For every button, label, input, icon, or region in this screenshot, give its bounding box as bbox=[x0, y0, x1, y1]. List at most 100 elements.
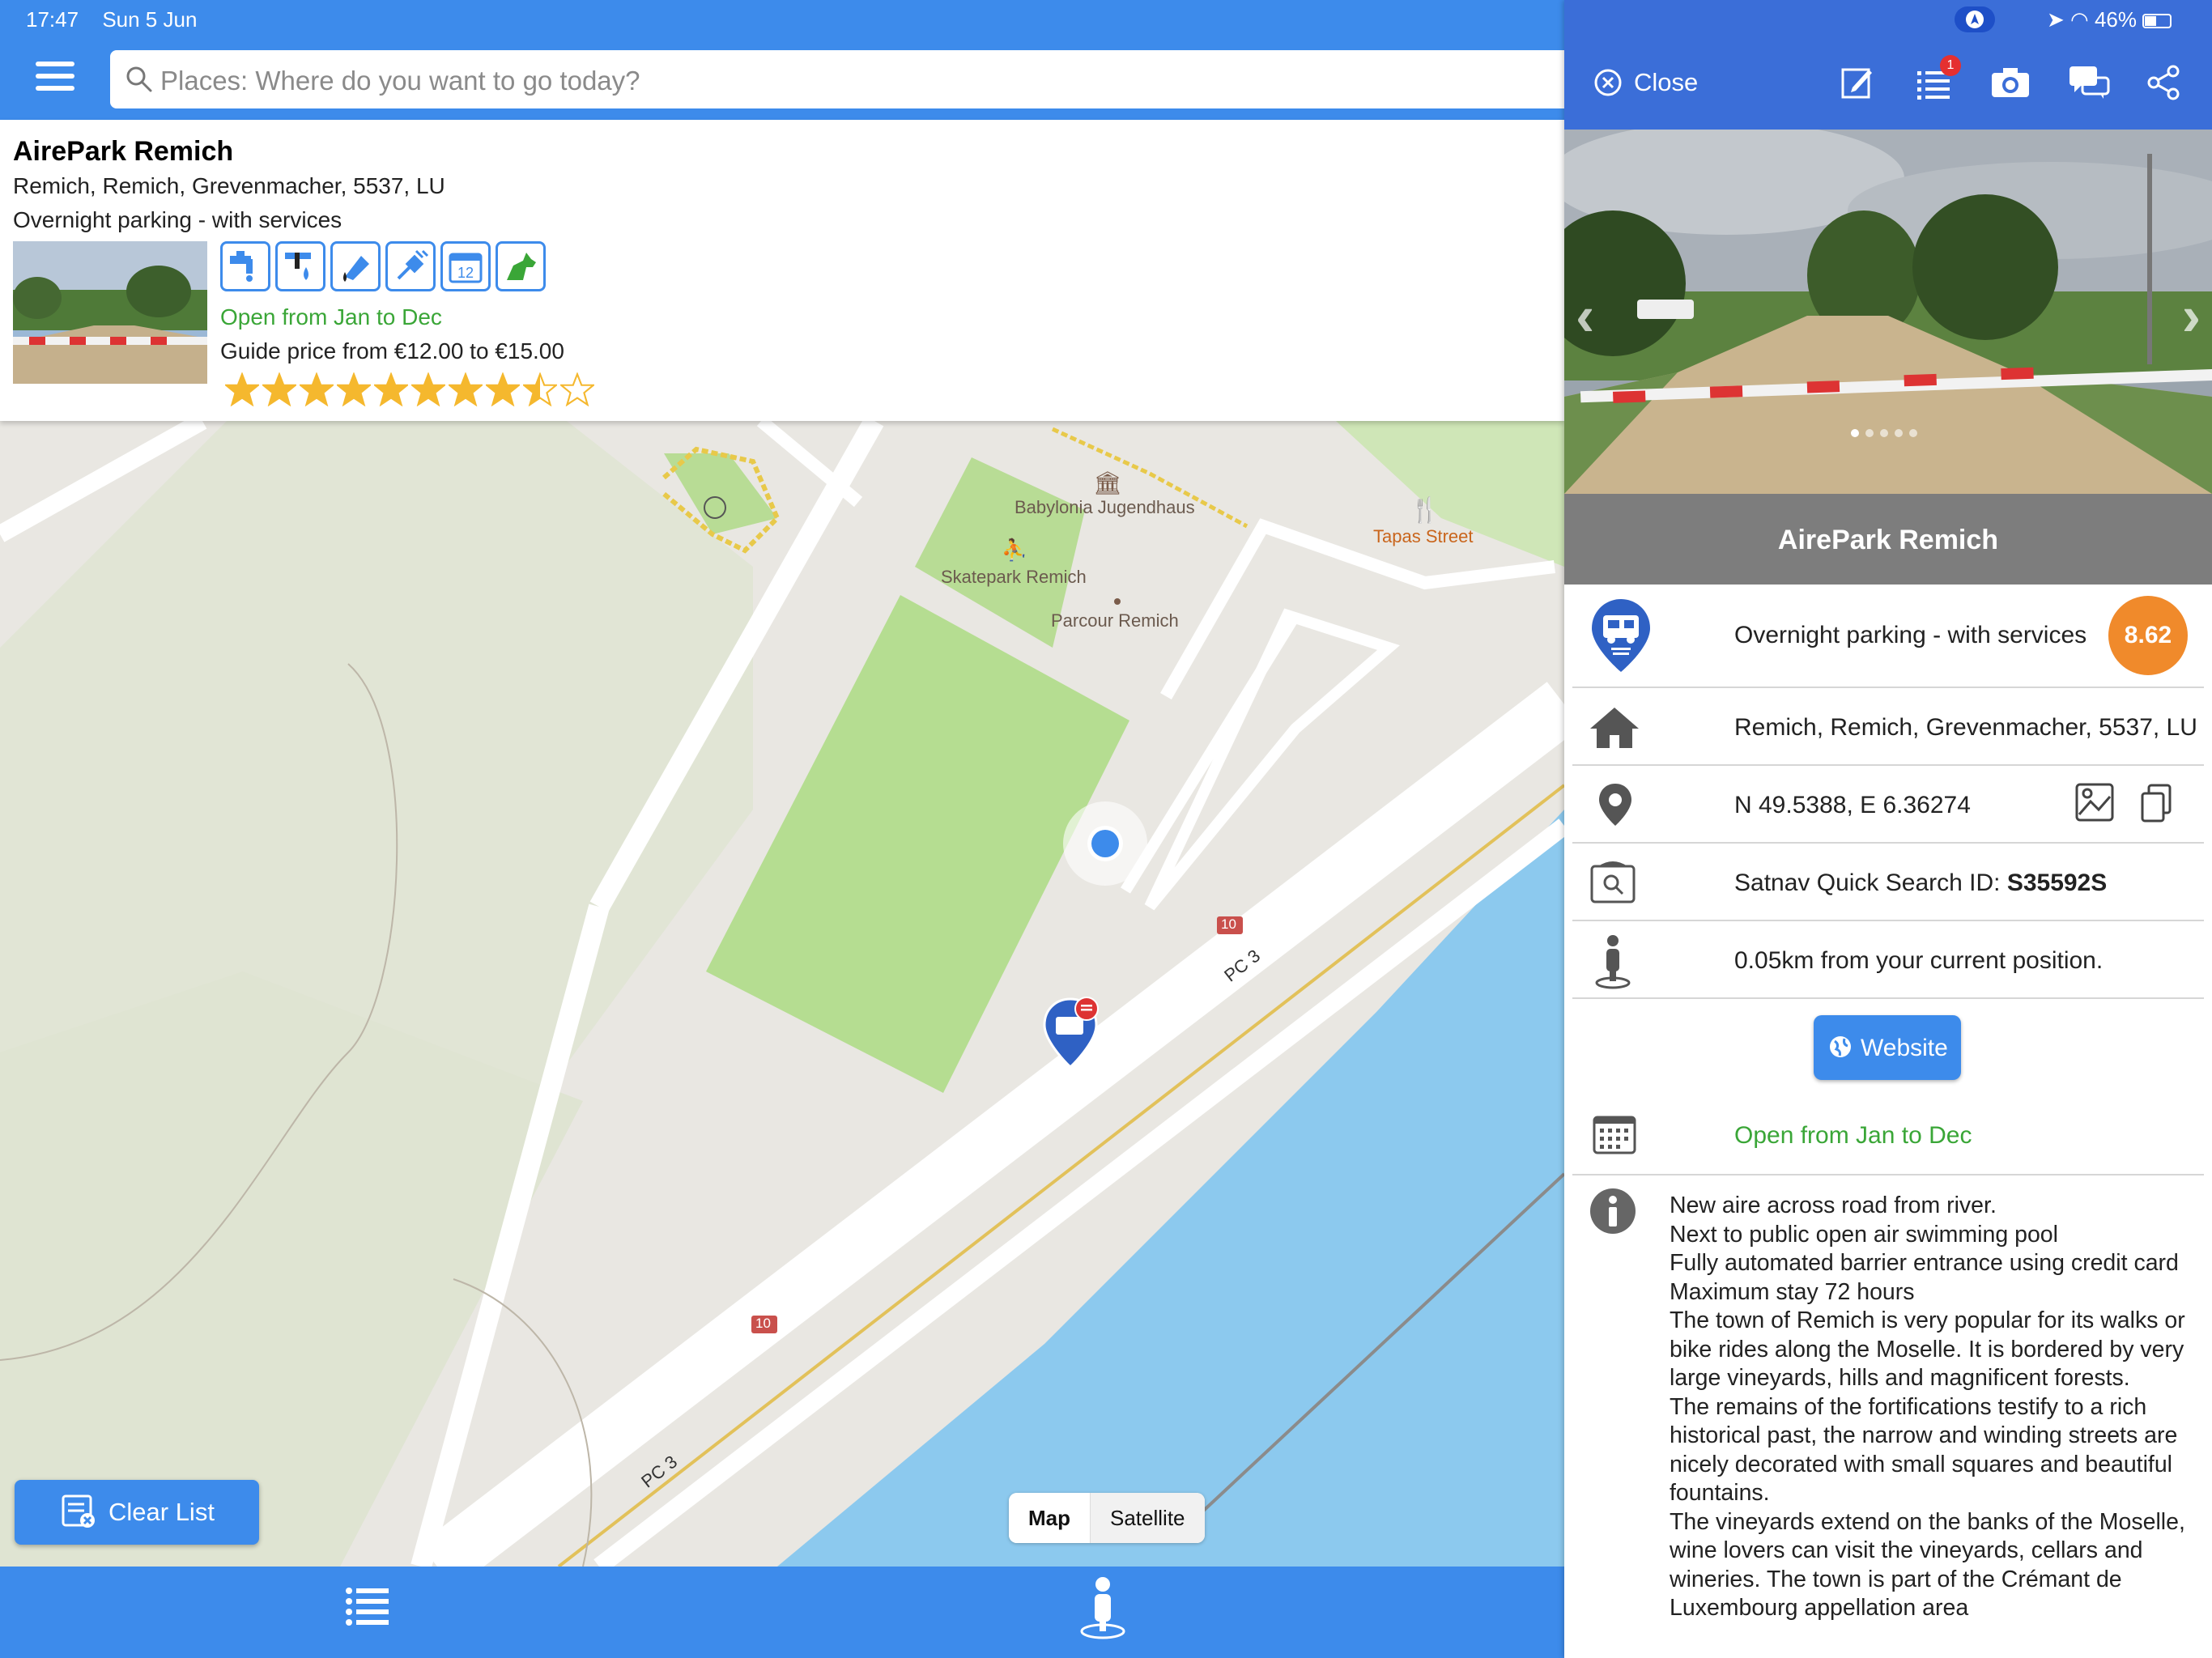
map-type-map[interactable]: Map bbox=[1009, 1493, 1091, 1543]
satnav-row: Satnav Quick Search ID: S35592S bbox=[1572, 844, 2204, 921]
svg-text:🍴: 🍴 bbox=[1410, 495, 1440, 525]
map-graphics: 🏛 ⛹ 🍴 bbox=[0, 421, 1564, 1567]
detail-header: Close 1 bbox=[1564, 37, 2212, 130]
clear-list-button[interactable]: Clear List bbox=[15, 1480, 259, 1545]
address-row: Remich, Remich, Grevenmacher, 5537, LU bbox=[1572, 688, 2204, 766]
map-label-skatepark: Skatepark Remich bbox=[941, 567, 1087, 587]
map-label-babylonia: Babylonia Jugendhaus bbox=[1015, 497, 1195, 517]
detail-title: AirePark Remich bbox=[1564, 494, 2212, 585]
search-input[interactable]: Places: Where do you want to go today? bbox=[110, 50, 1564, 108]
detail-open-months: Open from Jan to Dec bbox=[1734, 1122, 1972, 1149]
place-info-card[interactable]: AirePark Remich Remich, Remich, Grevenma… bbox=[0, 120, 1564, 421]
description-line: The remains of the fortifications testif… bbox=[1670, 1393, 2178, 1507]
photo-page-dots bbox=[1851, 429, 1917, 437]
current-location-person-icon[interactable] bbox=[1078, 1575, 1127, 1639]
status-time: 17:47 bbox=[26, 7, 79, 32]
distance-row: 0.05km from your current position. bbox=[1572, 921, 2204, 999]
globe-icon bbox=[1830, 1036, 1851, 1057]
satnav-icon bbox=[1590, 861, 1636, 903]
place-category: Overnight parking - with services bbox=[13, 207, 342, 232]
photo-dot[interactable] bbox=[1880, 429, 1888, 437]
list-badge: 1 bbox=[1940, 55, 1961, 76]
description: New aire across road from river. Next to … bbox=[1670, 1192, 2196, 1623]
guide-price: Guide price from €12.00 to €15.00 bbox=[220, 338, 564, 363]
status-date: Sun 5 Jun bbox=[102, 7, 198, 32]
star-icon bbox=[374, 372, 408, 406]
list-view-icon[interactable] bbox=[345, 1586, 390, 1626]
place-address: Remich, Remich, Grevenmacher, 5537, LU bbox=[13, 173, 445, 198]
photo-dot[interactable] bbox=[1909, 429, 1917, 437]
open-months: Open from Jan to Dec bbox=[220, 304, 442, 329]
website-label: Website bbox=[1861, 1035, 1948, 1061]
person-distance-icon bbox=[1595, 935, 1631, 989]
amenity-icons: 12 bbox=[220, 241, 546, 291]
camera-icon[interactable] bbox=[1990, 65, 2031, 100]
photo-prev-arrow-icon[interactable]: ‹ bbox=[1576, 283, 1594, 348]
score-badge: 8.62 bbox=[2108, 596, 2188, 675]
copy-icon[interactable] bbox=[2139, 782, 2175, 824]
star-icon bbox=[560, 372, 594, 406]
photo-dot[interactable] bbox=[1895, 429, 1903, 437]
description-line: The vineyards extend on the banks of the… bbox=[1670, 1508, 2185, 1622]
satnav-label: Satnav Quick Search ID: bbox=[1734, 869, 2007, 896]
description-line: The town of Remich is very popular for i… bbox=[1670, 1307, 2185, 1391]
top-bar: Places: Where do you want to go today? bbox=[0, 37, 1564, 120]
clear-list-label: Clear List bbox=[108, 1498, 215, 1526]
grey-water-icon bbox=[275, 241, 325, 291]
comments-icon[interactable] bbox=[2068, 65, 2110, 100]
place-photo bbox=[1564, 130, 2212, 494]
close-button[interactable]: Close bbox=[1593, 68, 1698, 97]
place-name: AirePark Remich bbox=[13, 136, 234, 167]
road-number-10: 10 bbox=[1221, 916, 1236, 932]
detail-panel: ➤ ◠ 46% Close 1 ‹ › AirePark Remich Over… bbox=[1564, 0, 2212, 1658]
photo-dot[interactable] bbox=[1851, 429, 1859, 437]
description-line: New aire across road from river. bbox=[1670, 1192, 1997, 1218]
electricity-icon bbox=[385, 241, 436, 291]
svg-text:12: 12 bbox=[457, 265, 474, 281]
opening-row: Open from Jan to Dec bbox=[1572, 1093, 2204, 1175]
info-icon bbox=[1590, 1188, 1636, 1234]
road-number-10: 10 bbox=[755, 1316, 771, 1331]
clear-list-icon bbox=[62, 1494, 95, 1528]
description-line: Next to public open air swimming pool bbox=[1670, 1221, 2058, 1248]
photo-carousel[interactable]: ‹ › bbox=[1564, 130, 2212, 494]
home-icon bbox=[1590, 708, 1639, 748]
open-in-maps-icon[interactable] bbox=[2074, 782, 2115, 823]
close-icon bbox=[1594, 69, 1622, 96]
map-label-tapas: Tapas Street bbox=[1373, 526, 1474, 546]
detail-category: Overnight parking - with services bbox=[1734, 622, 2087, 648]
svg-text:⛹: ⛹ bbox=[1002, 537, 1027, 562]
star-icon bbox=[300, 372, 334, 406]
place-pin-icon[interactable] bbox=[1041, 996, 1100, 1070]
photo-dot[interactable] bbox=[1865, 429, 1874, 437]
map-type-satellite[interactable]: Satellite bbox=[1091, 1493, 1205, 1543]
status-bar-right: ➤ ◠ 46% bbox=[1564, 0, 2212, 37]
description-line: Fully automated barrier entrance using c… bbox=[1670, 1250, 2179, 1276]
photo-next-arrow-icon[interactable]: › bbox=[2182, 283, 2201, 348]
place-thumbnail[interactable] bbox=[13, 241, 207, 384]
star-icon bbox=[449, 372, 483, 406]
website-button[interactable]: Website bbox=[1814, 1015, 1961, 1080]
edit-icon[interactable] bbox=[1840, 65, 1875, 100]
coordinates-row: N 49.5388, E 6.36274 bbox=[1572, 766, 2204, 844]
rating-stars bbox=[225, 372, 594, 406]
search-placeholder: Places: Where do you want to go today? bbox=[160, 66, 640, 96]
status-bar: 17:47 Sun 5 Jun bbox=[0, 0, 1564, 37]
description-line: Maximum stay 72 hours bbox=[1670, 1278, 1915, 1305]
map-label-parcour: Parcour Remich bbox=[1051, 610, 1179, 631]
search-icon bbox=[126, 66, 152, 92]
map-canvas[interactable]: 🏛 ⛹ 🍴 Babylonia Jugendhaus Skatepark Rem… bbox=[0, 421, 1564, 1567]
black-water-icon bbox=[330, 241, 381, 291]
satnav-id: S35592S bbox=[2006, 869, 2108, 896]
water-tap-icon bbox=[220, 241, 270, 291]
detail-address: Remich, Remich, Grevenmacher, 5537, LU bbox=[1734, 714, 2197, 741]
calendar-grid-icon bbox=[1593, 1116, 1636, 1154]
hamburger-menu-icon[interactable] bbox=[36, 62, 74, 94]
share-icon[interactable] bbox=[2146, 65, 2181, 100]
map-type-segmented-control[interactable]: Map Satellite bbox=[1009, 1493, 1205, 1543]
star-icon bbox=[262, 372, 296, 406]
motorhome-pin-icon bbox=[1592, 599, 1650, 672]
detail-coordinates: N 49.5388, E 6.36274 bbox=[1734, 792, 1971, 818]
calendar-icon: 12 bbox=[440, 241, 491, 291]
svg-text:🏛: 🏛 bbox=[1093, 470, 1122, 495]
